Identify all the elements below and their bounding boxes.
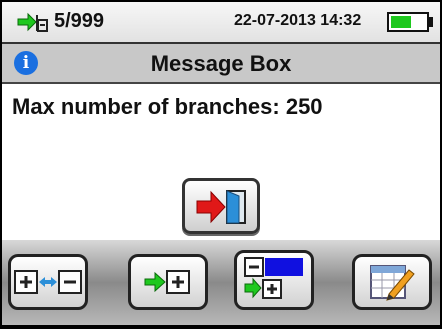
status-bar: 5/999 22-07-2013 14:32 — [2, 2, 440, 44]
arrow-plus-icon — [144, 270, 190, 294]
dialog-title: Message Box — [150, 51, 292, 76]
screen: 5/999 22-07-2013 14:32 i Message Box Max… — [2, 2, 440, 325]
date-time: 22-07-2013 14:32 — [234, 12, 362, 29]
battery-tip — [429, 17, 433, 27]
exit-door-icon — [196, 190, 246, 224]
add-branch-button[interactable] — [128, 254, 208, 310]
plus-minus-icon — [14, 270, 82, 294]
exit-button[interactable] — [182, 178, 260, 234]
list-insert-icon — [244, 257, 303, 299]
edit-table-icon — [370, 265, 415, 301]
dialog-message: Max number of branches: 250 — [12, 94, 323, 119]
add-remove-branch-button[interactable] — [8, 254, 88, 310]
insert-branch-button[interactable] — [234, 250, 314, 310]
bottom-toolbar — [2, 240, 440, 325]
edit-button[interactable] — [352, 254, 432, 310]
memory-save-icon — [17, 12, 48, 32]
battery-icon — [387, 12, 429, 32]
memory-counter: 5/999 — [54, 10, 105, 32]
battery-level — [391, 16, 412, 28]
dialog-title-bar: i Message Box — [2, 44, 440, 84]
